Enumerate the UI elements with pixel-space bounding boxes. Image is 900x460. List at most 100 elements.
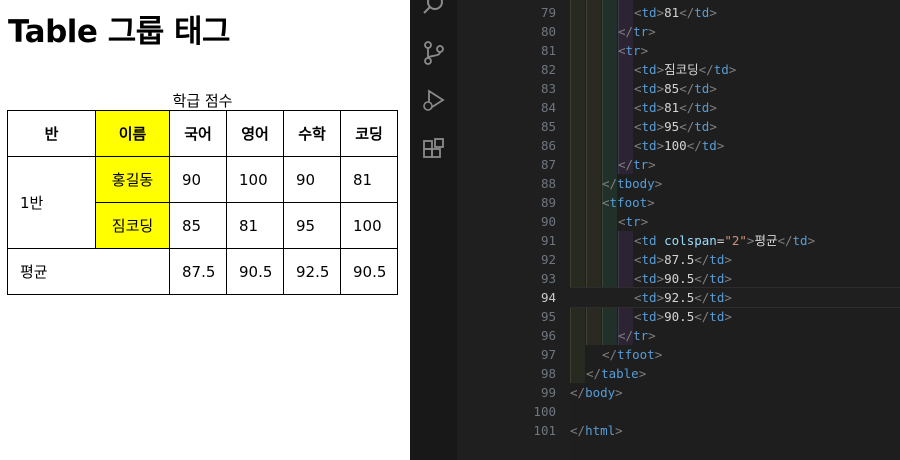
code-token: < bbox=[694, 309, 702, 324]
code-token: td bbox=[641, 271, 657, 286]
line-number: 79 bbox=[540, 5, 556, 20]
table-row: 1반 홍길동 90 100 90 81 bbox=[7, 156, 398, 249]
search-icon[interactable] bbox=[421, 0, 447, 18]
code-token: td bbox=[641, 233, 657, 248]
code-token: < bbox=[634, 5, 642, 20]
source-control-icon[interactable] bbox=[421, 40, 447, 66]
code-token: < bbox=[618, 43, 626, 58]
student-name-cell: 짐코딩 bbox=[95, 202, 170, 249]
code-line[interactable]: </tr> bbox=[570, 326, 900, 345]
code-token: tr bbox=[633, 157, 649, 172]
code-token: 90.5 bbox=[664, 271, 695, 286]
code-token: < bbox=[602, 195, 610, 210]
line-number: 100 bbox=[533, 404, 556, 419]
code-line[interactable]: <td>짐코딩</td> bbox=[570, 60, 900, 79]
code-token: td bbox=[694, 119, 710, 134]
code-line[interactable]: <td>81</td> bbox=[570, 98, 900, 117]
code-token: 81 bbox=[664, 100, 680, 115]
browser-preview: Table 그룹 태그 학급 점수 반 이름 국어 영어 수학 코딩 1반 홍길… bbox=[0, 0, 410, 460]
code-token: 평균 bbox=[754, 233, 778, 248]
code-line[interactable]: </tbody> bbox=[570, 174, 900, 193]
score-table: 학급 점수 반 이름 국어 영어 수학 코딩 1반 홍길동 90 100 90 … bbox=[7, 92, 398, 295]
code-token: > bbox=[640, 43, 649, 58]
code-line[interactable] bbox=[570, 402, 900, 421]
code-line[interactable]: <td>90.5</td> bbox=[570, 269, 900, 288]
code-token: / bbox=[577, 423, 586, 438]
code-token: < bbox=[586, 366, 594, 381]
code-token: > bbox=[648, 328, 656, 343]
table-body: 1반 홍길동 90 100 90 81 짐코딩 85 81 95 100 bbox=[7, 156, 398, 249]
code-line[interactable]: <tr> bbox=[570, 212, 900, 231]
code-line[interactable]: <td>95</td> bbox=[570, 117, 900, 136]
code-token: > bbox=[709, 81, 717, 96]
table-head: 반 이름 국어 영어 수학 코딩 bbox=[7, 110, 398, 157]
line-number: 94 bbox=[540, 290, 556, 305]
code-token: > bbox=[654, 347, 663, 362]
code-token: > bbox=[615, 423, 623, 438]
code-token: td bbox=[713, 62, 729, 77]
code-line[interactable]: </table> bbox=[570, 364, 900, 383]
line-number: 80 bbox=[540, 24, 556, 39]
code-token: > bbox=[656, 271, 665, 286]
line-number: 87 bbox=[540, 157, 556, 172]
code-token: < bbox=[634, 309, 642, 324]
code-token: < bbox=[634, 62, 642, 77]
code-token: td bbox=[709, 271, 725, 286]
code-line[interactable]: <td>92.5</td> bbox=[570, 287, 900, 308]
code-line[interactable]: </html> bbox=[570, 421, 900, 440]
code-token: 81 bbox=[664, 5, 680, 20]
line-number: 82 bbox=[540, 62, 556, 77]
line-number: 92 bbox=[540, 252, 556, 267]
code-token: > bbox=[648, 24, 656, 39]
code-token: td bbox=[709, 309, 725, 324]
run-debug-icon[interactable] bbox=[421, 88, 447, 114]
code-token: > bbox=[656, 252, 665, 267]
code-line[interactable]: <td>100</td> bbox=[570, 136, 900, 155]
code-token: > bbox=[638, 366, 647, 381]
extensions-icon[interactable] bbox=[421, 137, 447, 163]
code-token: < bbox=[570, 385, 578, 400]
code-token: td bbox=[641, 138, 657, 153]
code-token: > bbox=[656, 138, 665, 153]
code-token: tbody bbox=[617, 176, 655, 191]
student-name-cell: 홍길동 bbox=[95, 156, 170, 203]
code-token: < bbox=[694, 252, 702, 267]
code-line[interactable]: <td>90.5</td> bbox=[570, 307, 900, 326]
code-line[interactable]: <tr> bbox=[570, 41, 900, 60]
header-row: 반 이름 국어 영어 수학 코딩 bbox=[7, 110, 398, 157]
code-token: < bbox=[634, 271, 642, 286]
code-token: 짐코딩 bbox=[664, 62, 699, 77]
line-number: 95 bbox=[540, 309, 556, 324]
code-token: > bbox=[640, 214, 649, 229]
code-token: td bbox=[641, 290, 657, 305]
code-line[interactable]: <td>87.5</td> bbox=[570, 250, 900, 269]
code-token: 95 bbox=[664, 119, 680, 134]
code-token: / bbox=[625, 24, 634, 39]
code-token: < bbox=[634, 100, 642, 115]
code-token: > bbox=[656, 290, 665, 305]
code-line[interactable]: </tr> bbox=[570, 155, 900, 174]
score-cell: 85 bbox=[169, 202, 227, 249]
code-line[interactable]: </body> bbox=[570, 383, 900, 402]
code-line[interactable]: </tr> bbox=[570, 22, 900, 41]
code-token: > bbox=[724, 271, 732, 286]
score-cell: 81 bbox=[226, 202, 284, 249]
line-number: 99 bbox=[540, 385, 556, 400]
code-line[interactable]: <td>85</td> bbox=[570, 79, 900, 98]
code-token: td bbox=[792, 233, 808, 248]
code-area[interactable]: <td>81</td> </tr> <tr> <td>짐코딩</td> <td>85</… bbox=[570, 0, 900, 460]
average-row: 평균 87.5 90.5 92.5 90.5 bbox=[7, 248, 398, 295]
line-number-gutter: 79 80 81 82 83 84 85 86 87 88 89 90 91 92 93 94 95 96 97 98… bbox=[457, 0, 570, 460]
code-token: 87.5 bbox=[664, 252, 695, 267]
score-cell: 100 bbox=[226, 156, 284, 203]
code-line[interactable]: <tfoot> bbox=[570, 193, 900, 212]
code-line[interactable]: <td>81</td> bbox=[570, 3, 900, 22]
header-coding: 코딩 bbox=[340, 110, 398, 157]
header-name: 이름 bbox=[95, 110, 170, 157]
code-line[interactable]: </tfoot> bbox=[570, 345, 900, 364]
code-line[interactable]: <td colspan="2">평균</td> bbox=[570, 231, 900, 250]
header-math: 수학 bbox=[283, 110, 341, 157]
code-token: 85 bbox=[664, 81, 680, 96]
code-token: < bbox=[694, 271, 702, 286]
code-token: / bbox=[694, 138, 702, 153]
